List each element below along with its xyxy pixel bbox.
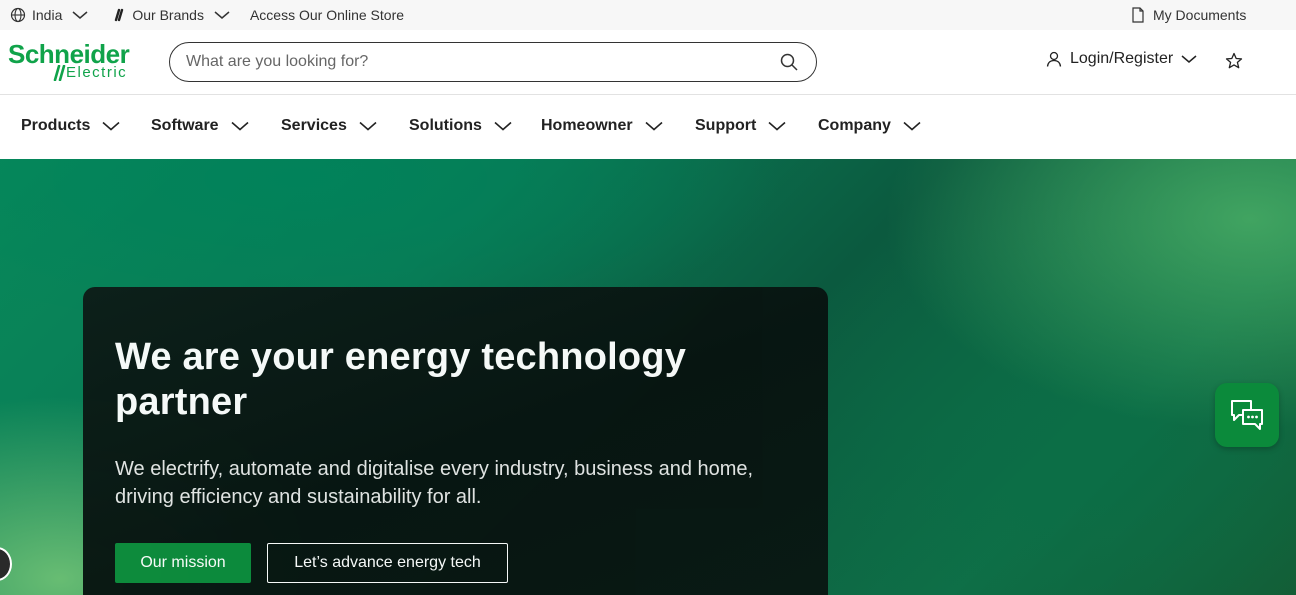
online-store-link[interactable]: Access Our Online Store xyxy=(250,7,404,23)
chevron-down-icon xyxy=(768,121,786,131)
our-mission-button[interactable]: Our mission xyxy=(115,543,251,583)
logo-mark-icon xyxy=(53,65,66,81)
chat-button[interactable] xyxy=(1215,383,1279,447)
globe-icon xyxy=(10,7,26,23)
chevron-down-icon xyxy=(645,121,663,131)
chevron-down-icon xyxy=(494,121,512,131)
nav-item-software[interactable]: Software xyxy=(151,117,249,135)
advance-energy-tech-button[interactable]: Let’s advance energy tech xyxy=(267,543,508,583)
nav-item-support[interactable]: Support xyxy=(695,117,786,135)
header: Schneider Electric Login/Register xyxy=(0,30,1296,95)
my-documents-label: My Documents xyxy=(1153,7,1247,23)
login-register-label: Login/Register xyxy=(1070,50,1174,67)
utility-bar: India Our Brands Access Our Online Store… xyxy=(0,0,1296,30)
nav-item-label: Support xyxy=(695,117,757,134)
chevron-down-icon xyxy=(72,11,88,19)
nav-item-label: Software xyxy=(151,117,219,134)
chevron-down-icon xyxy=(102,121,120,131)
document-icon xyxy=(1132,7,1144,23)
star-icon[interactable] xyxy=(1225,52,1243,70)
nav-item-services[interactable]: Services xyxy=(281,117,377,135)
chevron-down-icon xyxy=(359,121,377,131)
country-selector[interactable]: India xyxy=(10,7,88,23)
hero-banner: We are your energy technology partner We… xyxy=(0,159,1296,595)
brands-label: Our Brands xyxy=(132,7,204,23)
nav-item-company[interactable]: Company xyxy=(818,117,921,135)
nav-item-label: Company xyxy=(818,117,891,134)
search-input[interactable] xyxy=(186,53,746,71)
nav-item-homeowner[interactable]: Homeowner xyxy=(541,117,663,135)
chevron-down-icon xyxy=(1181,55,1197,63)
country-label: India xyxy=(32,7,63,23)
my-documents-link[interactable]: My Documents xyxy=(1131,0,1246,30)
search-bar xyxy=(169,42,817,82)
brand-link-icon xyxy=(115,8,124,22)
chevron-down-icon xyxy=(903,121,921,131)
nav-item-products[interactable]: Products xyxy=(21,117,120,135)
nav-item-solutions[interactable]: Solutions xyxy=(409,117,512,135)
hero-subtitle: We electrify, automate and digitalise ev… xyxy=(115,458,754,508)
hero-card: We are your energy technology partner We… xyxy=(83,287,828,595)
carousel-control[interactable] xyxy=(0,547,12,581)
hero-title: We are your energy technology partner xyxy=(115,336,687,423)
nav-item-label: Services xyxy=(281,117,347,134)
chevron-down-icon xyxy=(214,11,230,19)
primary-nav: Products Software Services Solutions Hom… xyxy=(0,95,1296,159)
chevron-down-icon xyxy=(231,121,249,131)
online-store-label: Access Our Online Store xyxy=(249,7,405,23)
user-icon xyxy=(1046,51,1062,67)
nav-item-label: Homeowner xyxy=(541,117,633,134)
chat-icon xyxy=(1231,400,1263,430)
search-icon[interactable] xyxy=(780,53,798,71)
logo-subword: Electric xyxy=(66,64,128,81)
brands-menu[interactable]: Our Brands xyxy=(112,7,230,23)
nav-item-label: Solutions xyxy=(409,117,482,134)
nav-item-label: Products xyxy=(21,117,91,134)
schneider-logo[interactable]: Schneider Electric xyxy=(8,41,148,85)
login-register-menu[interactable]: Login/Register xyxy=(1046,50,1197,68)
